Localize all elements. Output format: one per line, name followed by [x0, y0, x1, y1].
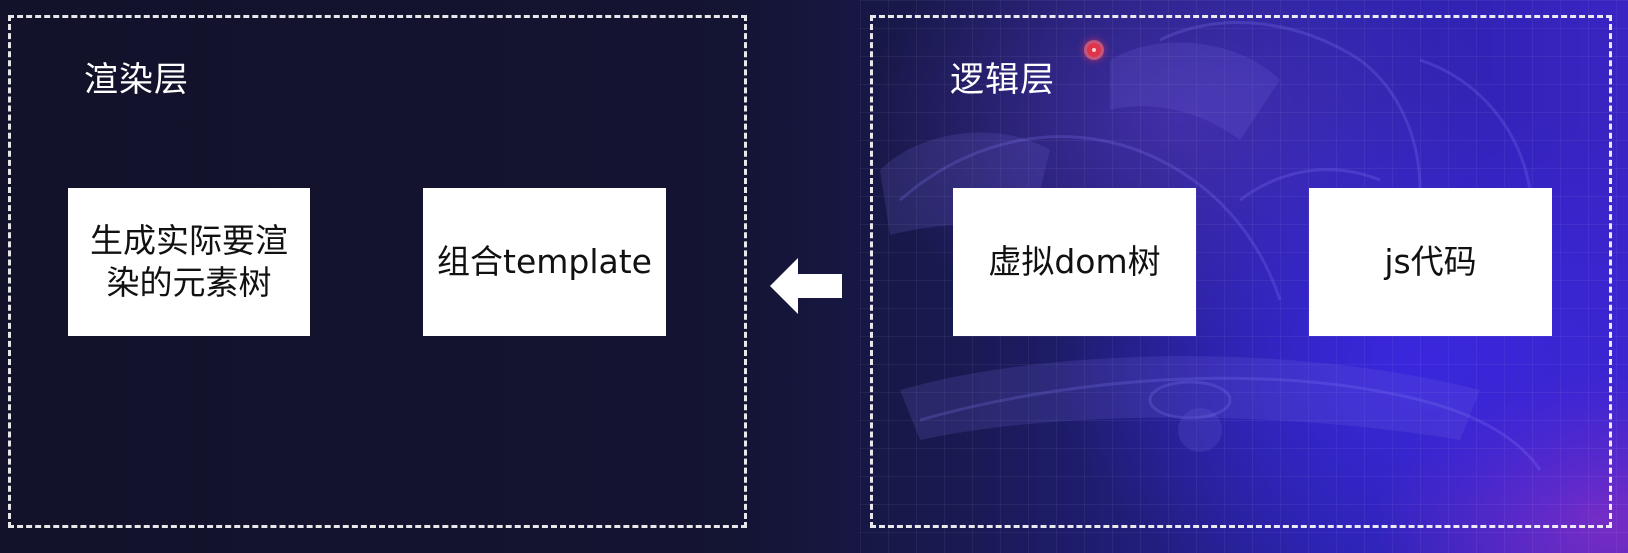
slide: { "render_layer": { "title": "渲染层", "box… — [0, 0, 1628, 553]
js-code-label: js代码 — [1384, 242, 1477, 281]
template-box: 组合template — [423, 188, 666, 336]
render-layer-title: 渲染层 — [84, 60, 189, 100]
render-tree-box: 生成实际要渲染的元素树 — [68, 188, 310, 336]
logic-layer-title: 逻辑层 — [950, 60, 1055, 100]
template-label: 组合template — [437, 242, 652, 281]
virtual-dom-box: 虚拟dom树 — [953, 188, 1196, 336]
virtual-dom-label: 虚拟dom树 — [988, 242, 1161, 281]
laser-pointer-dot — [1087, 43, 1101, 57]
left-arrow-icon — [770, 258, 842, 314]
js-code-box: js代码 — [1309, 188, 1552, 336]
render-tree-label: 生成实际要渲染的元素树 — [90, 221, 288, 302]
